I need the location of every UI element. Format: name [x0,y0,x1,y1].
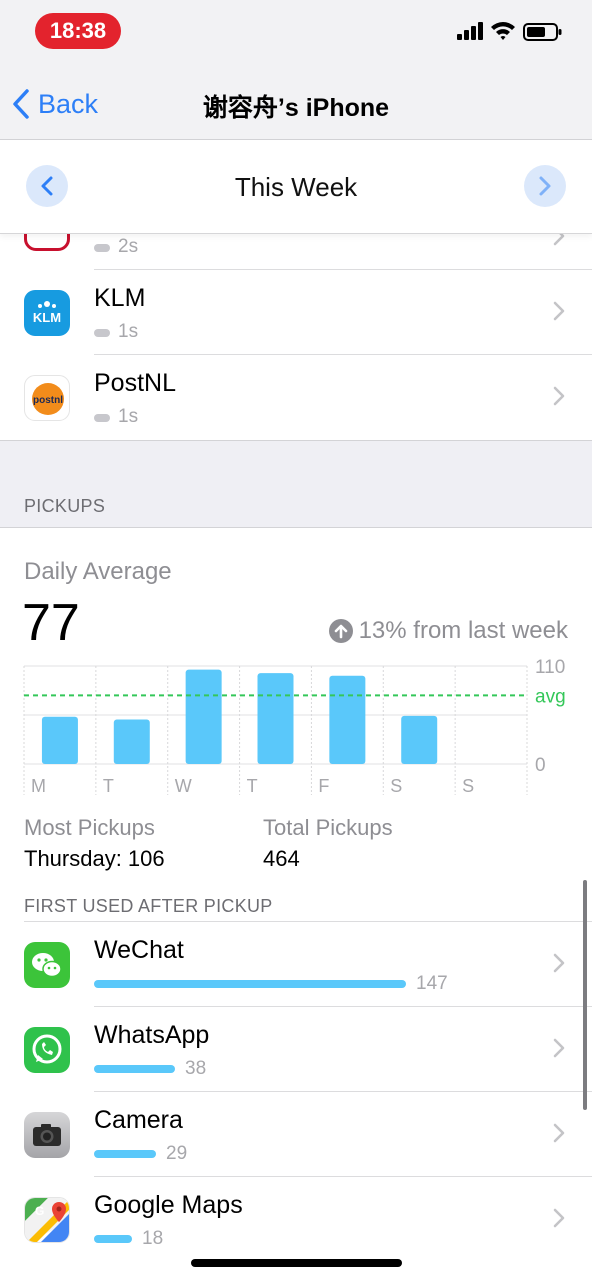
usage-value: 2s [118,236,139,257]
usage-bar [94,980,406,988]
total-pickups-label: Total Pickups [263,815,393,840]
week-title: This Week [234,172,358,202]
x-tick-label: S [390,776,402,796]
first-used-section-label: FIRST USED AFTER PICKUP [24,896,273,916]
chevron-right-icon [553,1208,565,1228]
x-tick-label: T [103,776,114,796]
usage-bar [94,329,110,337]
chart-bar [329,675,366,764]
wifi-icon [490,20,516,42]
x-tick-label: W [175,776,192,796]
camera-icon [24,1112,70,1158]
usage-value: 1s [118,321,139,342]
whatsapp-icon [24,1027,70,1073]
x-tick-label: S [462,776,474,796]
most-pickups-value: Thursday: 106 [24,846,165,871]
usage-bar [94,1065,175,1073]
pickups-section-label: PICKUPS [24,496,106,516]
list-item[interactable]: postnl PostNL 1s [0,355,592,440]
y-tick-label: 0 [535,755,546,776]
status-bar: 18:38 [0,0,592,64]
chart-bar [257,673,294,764]
app-name: WhatsApp [94,1021,210,1049]
usage-value: 18 [142,1228,164,1249]
most-pickups-label: Most Pickups [24,815,155,840]
chevron-right-icon [553,301,565,321]
app-name: Camera [94,1106,183,1134]
app-name: WeChat [94,936,184,964]
google-maps-icon: G [24,1197,70,1243]
scrollbar[interactable] [583,880,587,1110]
week-selector: This Week [0,140,592,234]
chart-bar [401,715,438,764]
usage-value: 1s [118,406,139,427]
usage-value: 29 [166,1143,188,1164]
change-text: 13% from last week [358,617,568,644]
average-label: avg [535,686,566,707]
list-item[interactable]: Camera 29 [0,1092,592,1177]
navigation-bar: Back 谢容舟’s iPhone [0,64,592,140]
x-tick-label: M [31,776,46,796]
total-pickups-value: 464 [263,846,300,871]
usage-bar [94,244,110,252]
y-tick-label: 110 [535,657,565,678]
cellular-signal-icon [457,22,483,40]
status-time[interactable]: 18:38 [35,13,121,49]
list-item[interactable]: KLM KLM 1s [0,270,592,355]
chevron-right-icon [553,1038,565,1058]
usage-bar [94,1150,156,1158]
usage-bar [94,1235,132,1243]
usage-value: 38 [185,1058,207,1079]
daily-average-value: 77 [22,594,80,652]
chart-bar [113,719,150,764]
wechat-icon [24,942,70,988]
app-name: PostNL [94,369,176,397]
change-indicator: 13% from last week [328,617,568,645]
svg-text:G: G [35,1204,44,1218]
battery-icon [523,22,563,42]
arrow-up-icon [328,619,353,643]
pickups-chart: avg 110 0 M T W T F S S [23,657,566,796]
page-title: 谢容舟’s iPhone [202,94,390,122]
chart-bar [41,716,78,764]
svg-text:KLM: KLM [33,310,61,325]
usage-bar [94,414,110,422]
usage-value: 147 [416,973,448,994]
chart-bar [185,669,222,764]
next-week-button[interactable] [524,165,566,207]
postnl-icon: postnl [24,375,70,421]
chevron-right-icon [553,1123,565,1143]
app-name: KLM [94,284,146,312]
daily-average-label: Daily Average [24,558,172,585]
app-name: Google Maps [94,1191,243,1219]
list-item[interactable]: G Google Maps 18 [0,1177,592,1262]
section-header: PICKUPS [0,440,592,528]
chevron-right-icon [539,176,551,196]
list-item[interactable]: WhatsApp 38 [0,1007,592,1092]
x-tick-label: F [318,776,329,796]
svg-text:postnl: postnl [33,395,63,406]
x-tick-label: T [247,776,258,796]
list-item[interactable]: WeChat 147 [0,922,592,1007]
chevron-right-icon [553,386,565,406]
chevron-right-icon [553,953,565,973]
home-indicator[interactable] [191,1259,402,1267]
klm-icon: KLM [24,290,70,336]
